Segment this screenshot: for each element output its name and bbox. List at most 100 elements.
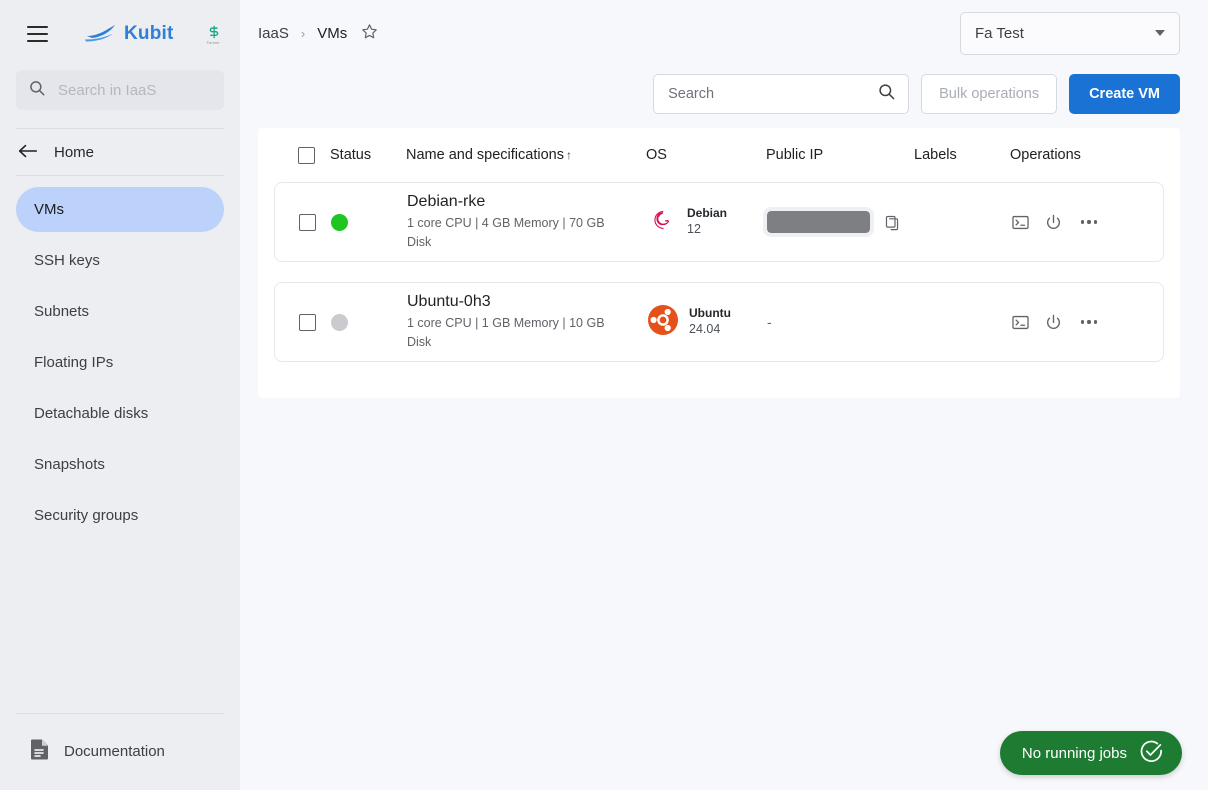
sidebar-item-floating-ips[interactable]: Floating IPs bbox=[16, 340, 224, 385]
sidebar-home-label: Home bbox=[54, 143, 95, 161]
row-checkbox[interactable] bbox=[298, 313, 316, 331]
column-header-public-ip: Public IP bbox=[766, 147, 824, 163]
sidebar-item-label: VMs bbox=[34, 201, 64, 218]
vm-specifications: 1 core CPU | 4 GB Memory | 70 GB Disk bbox=[407, 216, 605, 249]
bulk-operations-label: Bulk operations bbox=[939, 86, 1040, 102]
vm-table: Status Name and specifications ↑ OS Publi… bbox=[258, 128, 1180, 398]
table-row[interactable]: Ubuntu-0h3 1 core CPU | 1 GB Memory | 10… bbox=[274, 282, 1164, 362]
sidebar-header: Kubit Partner bbox=[0, 0, 240, 68]
more-horizontal-icon[interactable] bbox=[1077, 216, 1101, 227]
table-header-row: Status Name and specifications ↑ OS Publi… bbox=[274, 128, 1164, 182]
column-header-name-label: Name and specifications bbox=[406, 147, 564, 163]
partner-s-logo-icon[interactable]: Partner bbox=[206, 24, 222, 45]
row-name-cell: Debian-rke 1 core CPU | 4 GB Memory | 70… bbox=[407, 193, 647, 250]
sidebar-item-detachable-disks[interactable]: Detachable disks bbox=[16, 391, 224, 436]
search-icon bbox=[28, 79, 46, 102]
create-vm-button[interactable]: Create VM bbox=[1069, 74, 1180, 114]
brand-logo[interactable]: Kubit bbox=[84, 22, 174, 47]
sidebar-item-snapshots[interactable]: Snapshots bbox=[16, 442, 224, 487]
column-header-os: OS bbox=[646, 147, 667, 163]
topbar: IaaS › VMs Fa Test bbox=[240, 0, 1208, 66]
vm-specifications: 1 core CPU | 1 GB Memory | 10 GB Disk bbox=[407, 316, 605, 349]
bulk-operations-button[interactable]: Bulk operations bbox=[921, 74, 1058, 114]
row-checkbox[interactable] bbox=[298, 213, 316, 231]
chevron-down-icon bbox=[1155, 30, 1165, 36]
sidebar-footer: Documentation bbox=[0, 713, 240, 790]
project-selector[interactable]: Fa Test bbox=[960, 11, 1180, 55]
project-selector-value: Fa Test bbox=[975, 24, 1024, 42]
os-name: Debian bbox=[687, 206, 728, 221]
brand-name: Kubit bbox=[124, 23, 174, 44]
app-root: Kubit Partner Search in IaaS Home VMs SS… bbox=[0, 0, 1208, 790]
row-select-cell bbox=[283, 313, 331, 331]
column-header-labels: Labels bbox=[914, 147, 957, 163]
arrow-left-icon bbox=[18, 143, 38, 161]
sidebar-item-label: Security groups bbox=[34, 507, 139, 524]
terminal-console-icon[interactable] bbox=[1011, 213, 1030, 232]
column-header-operations: Operations bbox=[1010, 147, 1081, 163]
star-outline-icon[interactable] bbox=[361, 23, 378, 44]
os-name: Ubuntu bbox=[689, 306, 731, 321]
column-header-name[interactable]: Name and specifications ↑ bbox=[406, 147, 646, 163]
sidebar-search[interactable] bbox=[16, 70, 224, 110]
row-status-cell bbox=[331, 313, 407, 331]
row-os-cell: Ubuntu 24.04 bbox=[647, 304, 767, 341]
breadcrumb: IaaS › VMs bbox=[258, 23, 378, 44]
copy-icon[interactable] bbox=[884, 214, 901, 231]
power-icon[interactable] bbox=[1044, 313, 1063, 332]
row-public-ip-cell: - bbox=[767, 314, 915, 330]
kubit-boat-logo-icon bbox=[84, 22, 118, 47]
select-all-cell bbox=[282, 146, 330, 164]
partner-logo-subtitle: Partner bbox=[206, 40, 221, 45]
vm-search-input[interactable] bbox=[666, 85, 878, 103]
search-icon[interactable] bbox=[877, 82, 896, 106]
sidebar-item-vms[interactable]: VMs bbox=[16, 187, 224, 232]
sidebar-item-ssh-keys[interactable]: SSH keys bbox=[16, 238, 224, 283]
power-icon[interactable] bbox=[1044, 213, 1063, 232]
sidebar-divider-bottom bbox=[16, 713, 224, 714]
sidebar-search-input[interactable] bbox=[56, 80, 212, 100]
sidebar-item-subnets[interactable]: Subnets bbox=[16, 289, 224, 334]
public-ip-redacted bbox=[763, 207, 874, 237]
sidebar-item-label: Subnets bbox=[34, 303, 90, 320]
sidebar-nav: VMs SSH keys Subnets Floating IPs Detach… bbox=[0, 184, 240, 541]
sidebar-item-security-groups[interactable]: Security groups bbox=[16, 493, 224, 538]
row-name-cell: Ubuntu-0h3 1 core CPU | 1 GB Memory | 10… bbox=[407, 293, 647, 350]
public-ip-value: - bbox=[767, 314, 772, 330]
create-vm-label: Create VM bbox=[1089, 86, 1160, 102]
sidebar-item-label: Floating IPs bbox=[34, 354, 114, 371]
main-content: IaaS › VMs Fa Test Search Bulk operation… bbox=[240, 0, 1208, 790]
terminal-console-icon[interactable] bbox=[1011, 313, 1030, 332]
ubuntu-logo-icon bbox=[647, 304, 679, 341]
sidebar-divider-mid bbox=[16, 175, 224, 176]
breadcrumb-current[interactable]: VMs bbox=[317, 25, 347, 42]
vm-name[interactable]: Debian-rke bbox=[407, 193, 647, 211]
row-operations-cell bbox=[1011, 213, 1121, 232]
table-row[interactable]: Debian-rke 1 core CPU | 4 GB Memory | 70… bbox=[274, 182, 1164, 262]
action-bar: Bulk operations Create VM bbox=[240, 66, 1208, 122]
debian-logo-icon bbox=[647, 205, 677, 240]
sidebar: Kubit Partner Search in IaaS Home VMs SS… bbox=[0, 0, 240, 790]
os-version: 24.04 bbox=[689, 322, 721, 337]
sidebar-item-label: SSH keys bbox=[34, 252, 100, 269]
sidebar-item-label: Detachable disks bbox=[34, 405, 149, 422]
vm-search[interactable] bbox=[653, 74, 910, 114]
breadcrumb-root[interactable]: IaaS bbox=[258, 25, 289, 42]
row-status-cell bbox=[331, 213, 407, 231]
sort-ascending-icon: ↑ bbox=[565, 148, 572, 162]
row-public-ip-cell bbox=[763, 207, 915, 237]
vm-name[interactable]: Ubuntu-0h3 bbox=[407, 293, 647, 311]
sidebar-item-documentation[interactable]: Documentation bbox=[0, 730, 240, 772]
status-badge-running bbox=[331, 213, 348, 231]
check-circle-icon bbox=[1139, 739, 1164, 768]
select-all-checkbox[interactable] bbox=[297, 146, 315, 164]
sidebar-home-link[interactable]: Home bbox=[0, 129, 240, 175]
more-horizontal-icon[interactable] bbox=[1077, 316, 1101, 327]
row-select-cell bbox=[283, 213, 331, 231]
jobs-status-toast[interactable]: No running jobs bbox=[999, 731, 1182, 775]
breadcrumb-separator-icon: › bbox=[300, 25, 306, 41]
hamburger-icon[interactable] bbox=[22, 19, 52, 49]
status-badge-stopped bbox=[331, 313, 348, 331]
sidebar-item-label: Snapshots bbox=[34, 456, 105, 473]
toast-label: No running jobs bbox=[1021, 744, 1127, 762]
